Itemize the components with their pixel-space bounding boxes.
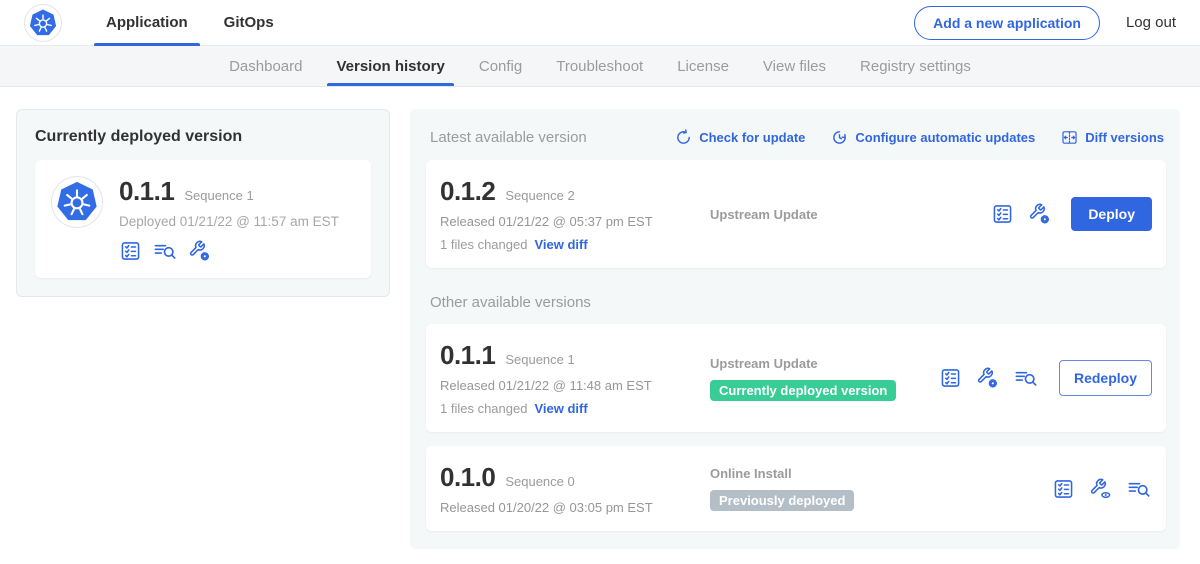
header-actions: Add a new application Log out <box>914 6 1176 40</box>
deploy-button[interactable]: Deploy <box>1071 197 1152 231</box>
deployed-timestamp: Deployed 01/21/22 @ 11:57 am EST <box>119 214 339 229</box>
version-number: 0.1.1 <box>440 340 495 371</box>
version-row-0-1-1: 0.1.1 Sequence 1 Released 01/21/22 @ 11:… <box>426 324 1166 432</box>
wrench-gear-icon[interactable] <box>976 367 999 389</box>
logs-icon[interactable] <box>152 240 178 262</box>
version-row-0-1-2: 0.1.2 Sequence 2 Released 01/21/22 @ 05:… <box>426 160 1166 268</box>
tab-application-label: Application <box>106 14 188 31</box>
version-info: 0.1.0 Sequence 0 Released 01/20/22 @ 03:… <box>440 462 698 515</box>
subnav-tab-config[interactable]: Config <box>462 46 539 86</box>
app-icon <box>51 176 103 228</box>
deployed-sequence: Sequence 1 <box>184 188 253 203</box>
kubernetes-logo-icon <box>29 9 57 37</box>
other-versions-title: Other available versions <box>430 294 1166 311</box>
released-timestamp: Released 01/20/22 @ 03:05 pm EST <box>440 500 698 515</box>
configure-automatic-updates-link[interactable]: Configure automatic updates <box>831 129 1035 146</box>
view-diff-link[interactable]: View diff <box>534 237 587 252</box>
add-application-button[interactable]: Add a new application <box>914 6 1100 40</box>
currently-deployed-title: Currently deployed version <box>35 128 371 146</box>
version-history-panel: Latest available version Check for updat… <box>410 109 1180 549</box>
checklist-icon[interactable] <box>119 240 142 262</box>
version-sequence: Sequence 2 <box>505 188 574 203</box>
checklist-icon[interactable] <box>939 367 962 389</box>
subnav-tab-registry-settings[interactable]: Registry settings <box>843 46 988 86</box>
subnav-tab-license[interactable]: License <box>660 46 746 86</box>
version-source: Upstream Update <box>698 207 991 222</box>
released-timestamp: Released 01/21/22 @ 11:48 am EST <box>440 378 698 393</box>
main-content: Currently deployed version 0.1.1 Sequenc… <box>0 87 1200 549</box>
latest-version-title: Latest available version <box>430 129 587 146</box>
deployed-version-number: 0.1.1 <box>119 176 174 207</box>
tab-application[interactable]: Application <box>88 0 206 46</box>
source-label: Upstream Update <box>710 207 991 222</box>
version-source: Online Install Previously deployed <box>698 466 1052 511</box>
clock-refresh-icon <box>831 129 848 146</box>
wrench-gear-icon[interactable] <box>188 240 211 262</box>
wrench-eye-icon[interactable] <box>1089 478 1112 500</box>
deployed-actions <box>119 240 339 262</box>
diff-icon <box>1061 129 1078 146</box>
latest-version-header: Latest available version Check for updat… <box>426 125 1166 160</box>
version-actions <box>1052 478 1152 500</box>
files-changed-label: 1 files changed <box>440 401 527 416</box>
checklist-icon[interactable] <box>1052 478 1075 500</box>
version-number: 0.1.2 <box>440 176 495 207</box>
version-row-0-1-0: 0.1.0 Sequence 0 Released 01/20/22 @ 03:… <box>426 446 1166 531</box>
tab-gitops[interactable]: GitOps <box>206 0 292 46</box>
files-changed-line: 1 files changed View diff <box>440 401 698 416</box>
subnav-tab-dashboard[interactable]: Dashboard <box>212 46 319 86</box>
version-sequence: Sequence 1 <box>505 352 574 367</box>
subnav-tab-view-files[interactable]: View files <box>746 46 843 86</box>
deployed-version-card: 0.1.1 Sequence 1 Deployed 01/21/22 @ 11:… <box>35 160 371 278</box>
version-info: 0.1.1 Sequence 1 Released 01/21/22 @ 11:… <box>440 340 698 416</box>
panel-actions: Check for update Configure automatic upd… <box>675 129 1164 146</box>
source-label: Upstream Update <box>710 356 939 371</box>
version-number: 0.1.0 <box>440 462 495 493</box>
app-subnav: Dashboard Version history Config Trouble… <box>0 46 1200 87</box>
view-diff-link[interactable]: View diff <box>534 401 587 416</box>
top-header: Application GitOps Add a new application… <box>0 0 1200 46</box>
version-info: 0.1.2 Sequence 2 Released 01/21/22 @ 05:… <box>440 176 698 252</box>
subnav-tab-troubleshoot[interactable]: Troubleshoot <box>539 46 660 86</box>
check-for-update-label: Check for update <box>699 130 805 145</box>
version-sequence: Sequence 0 <box>505 474 574 489</box>
diff-versions-label: Diff versions <box>1085 130 1164 145</box>
version-source: Upstream Update Currently deployed versi… <box>698 356 939 401</box>
app-logo[interactable] <box>24 4 62 42</box>
configure-automatic-updates-label: Configure automatic updates <box>855 130 1035 145</box>
top-nav: Application GitOps <box>88 0 292 46</box>
version-actions: Deploy <box>991 197 1152 231</box>
checklist-icon[interactable] <box>991 203 1014 225</box>
diff-versions-link[interactable]: Diff versions <box>1061 129 1164 146</box>
previously-deployed-badge: Previously deployed <box>710 490 854 511</box>
files-changed-line: 1 files changed View diff <box>440 237 698 252</box>
wrench-gear-icon[interactable] <box>1028 203 1051 225</box>
files-changed-label: 1 files changed <box>440 237 527 252</box>
source-label: Online Install <box>710 466 1052 481</box>
refresh-icon <box>675 129 692 146</box>
subnav-tab-version-history[interactable]: Version history <box>319 46 461 86</box>
released-timestamp: Released 01/21/22 @ 05:37 pm EST <box>440 214 698 229</box>
version-actions: Redeploy <box>939 360 1152 396</box>
deployed-info: 0.1.1 Sequence 1 Deployed 01/21/22 @ 11:… <box>119 176 339 262</box>
currently-deployed-badge: Currently deployed version <box>710 380 896 401</box>
kubernetes-logo-icon <box>56 181 98 223</box>
logs-icon[interactable] <box>1013 367 1039 389</box>
tab-gitops-label: GitOps <box>224 14 274 31</box>
currently-deployed-card: Currently deployed version 0.1.1 Sequenc… <box>16 109 390 297</box>
check-for-update-link[interactable]: Check for update <box>675 129 805 146</box>
logs-icon[interactable] <box>1126 478 1152 500</box>
redeploy-button[interactable]: Redeploy <box>1059 360 1152 396</box>
logout-button[interactable]: Log out <box>1126 14 1176 31</box>
